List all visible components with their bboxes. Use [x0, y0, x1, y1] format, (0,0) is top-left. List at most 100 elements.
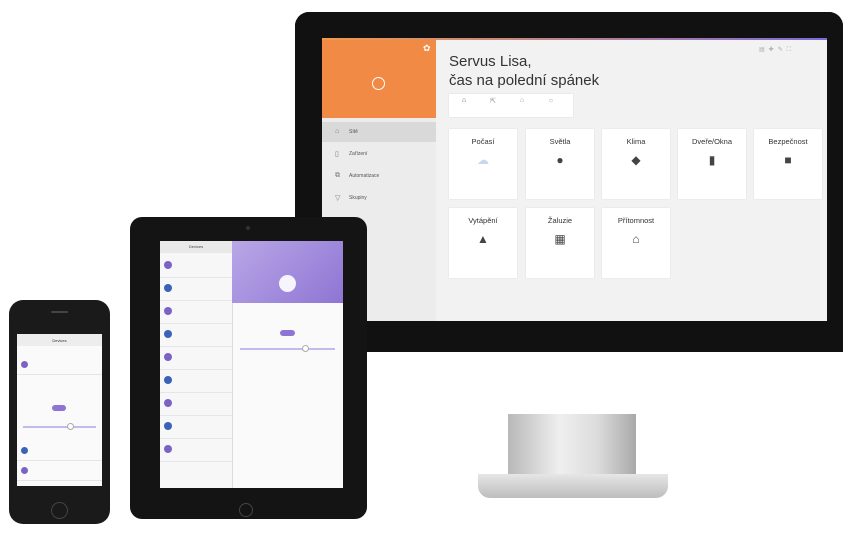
sidebar-item-devices[interactable]: ▯ Zařízení — [322, 144, 436, 164]
fullscreen-icon[interactable]: ⛶ — [787, 47, 795, 53]
toolbar: ▤✚✎⛶ — [759, 46, 795, 54]
sidebar-item-label: Skupiny — [349, 195, 367, 201]
desktop-app: ✿ ⌂ Sítě ▯ Zařízení ⧉ Automatizace ▽ Sku… — [322, 38, 827, 321]
list-item[interactable] — [160, 439, 232, 462]
device-icon — [164, 399, 172, 407]
home-icon: ⌂ — [461, 97, 467, 104]
tile-title: Dveře/Okna — [691, 137, 733, 146]
lock-icon: ■ — [784, 153, 792, 167]
tile-title: Počasí — [471, 137, 495, 146]
greeting-line-2: čas na polední spánek — [449, 72, 600, 89]
device-icon — [164, 307, 172, 315]
gear-icon[interactable]: ✿ — [423, 43, 431, 54]
home-button — [51, 502, 68, 519]
dimming-slider[interactable] — [23, 426, 96, 428]
tile-title: Bezpečnost — [768, 137, 808, 146]
house-icon: ⌂ — [519, 97, 525, 104]
list-item[interactable] — [160, 393, 232, 416]
tile-title: Žaluzie — [547, 216, 573, 225]
pencil-icon[interactable]: ✎ — [778, 47, 787, 53]
phone-app: Devices — [17, 334, 102, 486]
tablet-title: Devices — [160, 241, 232, 253]
grid-icon[interactable]: ▤ — [759, 47, 769, 53]
tile-blinds[interactable]: Žaluzie ▦ — [526, 208, 594, 278]
filter-icon: ▽ — [335, 195, 341, 202]
device-icon: ▯ — [335, 151, 339, 158]
device-icon — [21, 361, 28, 368]
sidebar-item-automation[interactable]: ⧉ Automatizace — [322, 166, 436, 186]
mode-selector: ⌂ ⇱ ⌂ ☼ — [449, 94, 573, 117]
sidebar-item-site[interactable]: ⌂ Sítě — [322, 122, 436, 142]
bulb-icon — [279, 275, 296, 292]
mode-away[interactable]: ⇱ — [481, 97, 505, 115]
mode-house[interactable]: ⌂ — [510, 97, 534, 115]
device-icon — [164, 284, 172, 292]
slider-handle[interactable] — [67, 423, 74, 430]
tile-weather[interactable]: Počasí ☁ — [449, 129, 517, 199]
device-icon — [21, 467, 28, 474]
home-icon: ⌂ — [335, 128, 340, 135]
tablet-app: Devices — [160, 241, 343, 488]
sun-icon: ☼ — [547, 97, 555, 104]
device-detail — [232, 241, 343, 488]
home-button — [239, 503, 253, 517]
leaf-icon: ◆ — [631, 153, 641, 167]
slider-handle[interactable] — [302, 345, 309, 352]
bulb-icon: ● — [556, 153, 564, 167]
tile-title: Přítomnost — [617, 216, 655, 225]
thermometer-icon: ▲ — [477, 232, 489, 246]
sidebar-item-label: Sítě — [349, 129, 358, 135]
list-item[interactable] — [17, 442, 102, 461]
list-item[interactable] — [160, 347, 232, 370]
camera — [246, 226, 250, 230]
blinds-icon: ▦ — [554, 232, 566, 246]
device-list: Devices — [160, 241, 233, 488]
mode-sun[interactable]: ☼ — [539, 97, 563, 115]
dimming-slider[interactable] — [240, 348, 335, 350]
plus-icon[interactable]: ✚ — [769, 47, 778, 53]
away-icon: ⇱ — [490, 98, 496, 105]
tile-title: Klima — [626, 137, 646, 146]
list-item[interactable] — [160, 301, 232, 324]
device-icon — [164, 376, 172, 384]
device-icon — [164, 261, 172, 269]
speaker — [51, 311, 68, 313]
list-item[interactable] — [160, 278, 232, 301]
cloud-rain-icon: ☁ — [477, 153, 489, 167]
tile-security[interactable]: Bezpečnost ■ — [754, 129, 822, 199]
automation-icon: ⧉ — [335, 172, 340, 179]
device-icon — [164, 422, 172, 430]
imac-stand-neck — [508, 414, 636, 476]
door-icon: ▮ — [708, 153, 716, 167]
avatar[interactable] — [372, 77, 385, 90]
tile-climate[interactable]: Klima ◆ — [602, 129, 670, 199]
greeting-line-1: Servus Lisa, — [449, 53, 532, 70]
tile-doors-windows[interactable]: Dveře/Okna ▮ — [678, 129, 746, 199]
device-icon — [164, 330, 172, 338]
list-item[interactable] — [17, 462, 102, 481]
sidebar-item-groups[interactable]: ▽ Skupiny — [322, 188, 436, 208]
list-item[interactable] — [17, 356, 102, 375]
tile-title: Světla — [549, 137, 571, 146]
device-icon — [164, 353, 172, 361]
device-icon — [164, 445, 172, 453]
sidebar-item-label: Zařízení — [349, 151, 368, 157]
toggle-switch[interactable] — [52, 405, 66, 411]
list-item[interactable] — [160, 370, 232, 393]
list-item[interactable] — [160, 324, 232, 347]
presence-icon: ⌂ — [632, 232, 640, 246]
list-item[interactable] — [160, 255, 232, 278]
toggle-switch[interactable] — [280, 330, 295, 336]
phone-title: Devices — [17, 334, 102, 346]
mode-home[interactable]: ⌂ — [452, 97, 476, 115]
detail-header — [232, 241, 343, 303]
sidebar-header: ✿ — [322, 40, 436, 118]
tile-lights[interactable]: Světla ● — [526, 129, 594, 199]
imac-stand-foot — [478, 474, 668, 498]
tile-title: Vytápění — [468, 216, 498, 225]
tile-heating[interactable]: Vytápění ▲ — [449, 208, 517, 278]
page-title: Servus Lisa, čas na polední spánek — [449, 52, 599, 90]
tile-presence[interactable]: Přítomnost ⌂ — [602, 208, 670, 278]
device-icon — [21, 447, 28, 454]
list-item[interactable] — [160, 416, 232, 439]
